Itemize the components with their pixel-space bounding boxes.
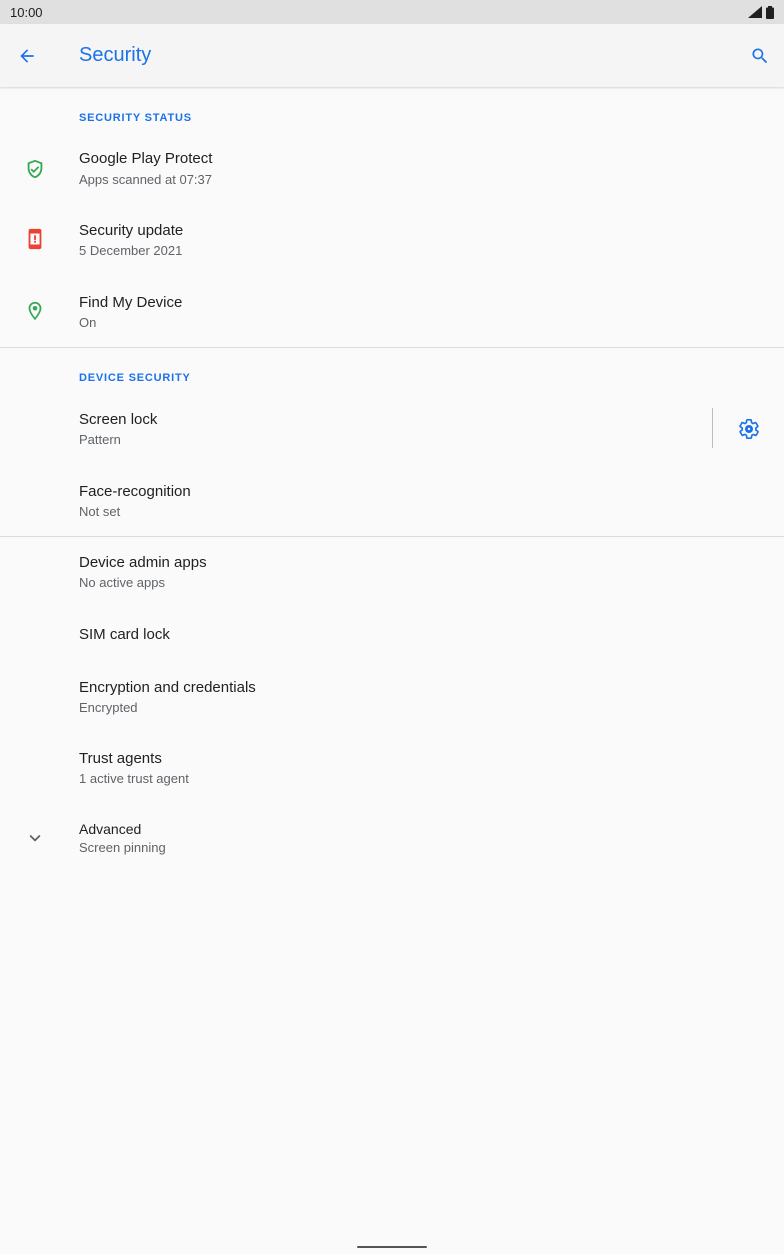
navigation-handle[interactable] xyxy=(357,1246,427,1248)
list-item-subtitle: Pattern xyxy=(79,432,121,447)
phone-alert-icon xyxy=(23,227,47,251)
vertical-divider xyxy=(712,408,713,448)
arrow-back-icon xyxy=(20,49,34,63)
back-button[interactable] xyxy=(14,43,40,69)
list-item-subtitle: 1 active trust agent xyxy=(79,771,189,786)
list-item-subtitle: Screen pinning xyxy=(79,840,166,855)
list-item-subtitle: Encrypted xyxy=(79,700,138,715)
list-item-title: Advanced xyxy=(79,821,142,837)
signal-icon xyxy=(748,6,762,18)
list-item-subtitle: Apps scanned at 07:37 xyxy=(79,172,212,187)
divider xyxy=(0,347,784,348)
list-item-title: Trust agents xyxy=(79,750,162,767)
status-bar: 10:00 xyxy=(0,0,784,24)
location-pin-icon xyxy=(23,299,47,323)
list-item-encryption-credentials[interactable]: Encryption and credentials Encrypted xyxy=(0,665,784,731)
app-bar: Security xyxy=(0,24,784,87)
list-item-title: Device admin apps xyxy=(79,554,207,571)
gear-icon xyxy=(739,419,759,439)
list-item-subtitle: On xyxy=(79,315,97,330)
list-item-subtitle: Not set xyxy=(79,504,121,519)
section-header-device-security: DEVICE SECURITY xyxy=(79,372,191,384)
status-icons xyxy=(748,5,774,19)
list-item-title: Security update xyxy=(79,222,184,239)
list-item-title: Screen lock xyxy=(79,411,158,428)
list-item-sim-card-lock[interactable]: SIM card lock xyxy=(0,612,784,660)
screen-lock-settings-button[interactable] xyxy=(736,416,762,442)
list-item-title: Find My Device xyxy=(79,294,183,311)
list-item-find-my-device[interactable]: Find My Device On xyxy=(0,280,784,346)
list-item-google-play-protect[interactable]: Google Play Protect Apps scanned at 07:3… xyxy=(0,137,784,205)
list-item-title: Encryption and credentials xyxy=(79,679,256,696)
chevron-down-icon xyxy=(23,826,47,850)
page-title: Security xyxy=(79,44,152,66)
list-item-face-recognition[interactable]: Face-recognition Not set xyxy=(0,469,784,535)
search-button[interactable] xyxy=(747,43,773,69)
list-item-title: Face-recognition xyxy=(79,483,191,500)
list-item-security-update[interactable]: Security update 5 December 2021 xyxy=(0,208,784,276)
list-item-subtitle: No active apps xyxy=(79,575,165,590)
list-item-screen-lock[interactable]: Screen lock Pattern xyxy=(0,397,712,463)
divider xyxy=(0,536,784,537)
list-item-device-admin-apps[interactable]: Device admin apps No active apps xyxy=(0,540,784,606)
list-item-trust-agents[interactable]: Trust agents 1 active trust agent xyxy=(0,736,784,802)
list-item-title: Google Play Protect xyxy=(79,150,213,167)
list-item-title: SIM card lock xyxy=(79,626,170,643)
section-header-security-status: SECURITY STATUS xyxy=(79,112,192,124)
battery-icon xyxy=(766,5,774,19)
status-time: 10:00 xyxy=(10,4,43,20)
search-icon xyxy=(752,48,768,64)
list-item-advanced[interactable]: Advanced Screen pinning xyxy=(0,808,784,868)
list-item-subtitle: 5 December 2021 xyxy=(79,243,183,258)
shield-check-icon xyxy=(23,157,47,181)
